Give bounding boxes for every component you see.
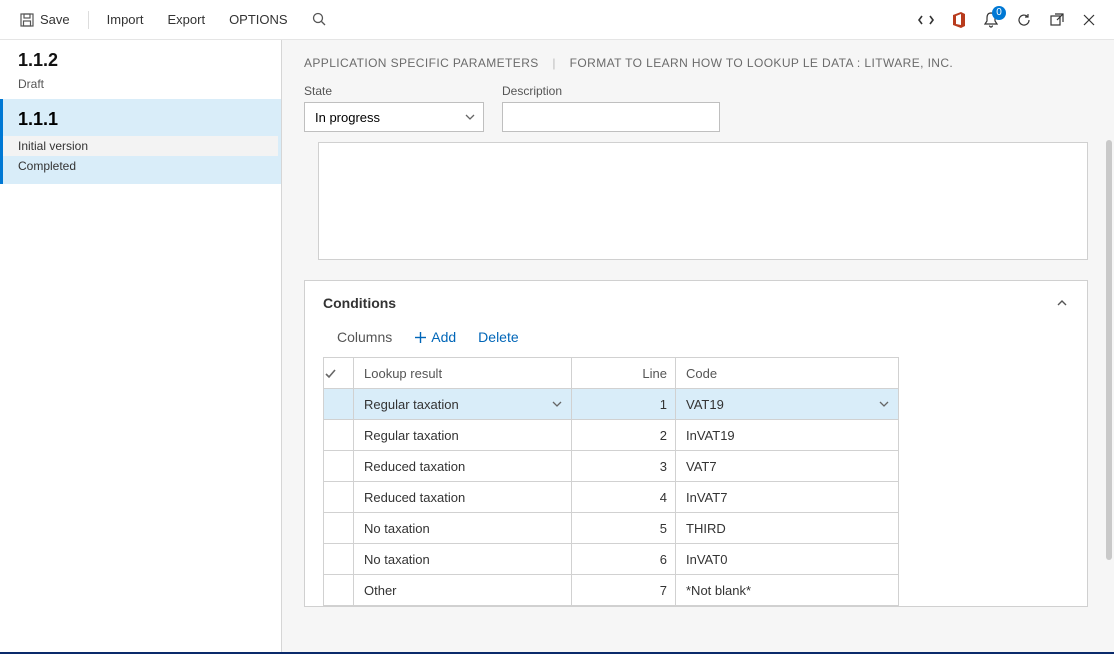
export-label: Export bbox=[167, 12, 205, 27]
breadcrumb: APPLICATION SPECIFIC PARAMETERS | FORMAT… bbox=[304, 56, 1092, 70]
line-cell[interactable]: 4 bbox=[572, 482, 676, 513]
code-cell[interactable]: InVAT0 bbox=[676, 544, 899, 575]
version-label: 1.1.2 bbox=[18, 50, 263, 71]
options-label: OPTIONS bbox=[229, 12, 288, 27]
chevron-down-icon bbox=[551, 398, 563, 410]
description-field: Description bbox=[502, 84, 720, 132]
add-label: Add bbox=[431, 329, 456, 345]
line-cell[interactable]: 7 bbox=[572, 575, 676, 606]
link-icon[interactable] bbox=[918, 14, 934, 26]
content-pane: APPLICATION SPECIFIC PARAMETERS | FORMAT… bbox=[282, 40, 1114, 654]
columns-button[interactable]: Columns bbox=[337, 329, 392, 345]
refresh-icon[interactable] bbox=[1016, 12, 1032, 28]
content-box bbox=[318, 142, 1088, 260]
code-cell[interactable]: THIRD bbox=[676, 513, 899, 544]
lookup-cell[interactable]: No taxation bbox=[354, 544, 572, 575]
state-field: State bbox=[304, 84, 484, 132]
lookup-cell[interactable]: No taxation bbox=[354, 513, 572, 544]
line-cell[interactable]: 5 bbox=[572, 513, 676, 544]
save-label: Save bbox=[40, 12, 70, 27]
add-button[interactable]: Add bbox=[414, 329, 456, 345]
breadcrumb-part: FORMAT TO LEARN HOW TO LOOKUP LE DATA : … bbox=[570, 56, 954, 70]
office-icon[interactable] bbox=[952, 12, 966, 28]
row-check-cell[interactable] bbox=[324, 482, 354, 513]
code-cell[interactable]: InVAT19 bbox=[676, 420, 899, 451]
line-cell[interactable]: 6 bbox=[572, 544, 676, 575]
code-cell[interactable]: *Not blank* bbox=[676, 575, 899, 606]
line-cell[interactable]: 1 bbox=[572, 389, 676, 420]
version-desc: Initial version bbox=[3, 136, 278, 156]
conditions-title: Conditions bbox=[323, 295, 396, 311]
conditions-header[interactable]: Conditions bbox=[305, 281, 1087, 325]
code-cell[interactable]: InVAT7 bbox=[676, 482, 899, 513]
table-row[interactable]: Regular taxation2InVAT19 bbox=[324, 420, 899, 451]
sidebar: 1.1.2 Draft 1.1.1 Initial version Comple… bbox=[0, 40, 282, 654]
chevron-up-icon bbox=[1055, 296, 1069, 310]
plus-icon bbox=[414, 331, 427, 344]
code-cell[interactable]: VAT7 bbox=[676, 451, 899, 482]
grid-header-check[interactable] bbox=[324, 358, 354, 389]
popout-icon[interactable] bbox=[1050, 13, 1064, 27]
sidebar-item-completed[interactable]: 1.1.1 Initial version Completed bbox=[0, 99, 281, 184]
notification-icon[interactable]: 0 bbox=[984, 12, 998, 28]
close-icon[interactable] bbox=[1082, 13, 1096, 27]
search-button[interactable] bbox=[302, 8, 337, 31]
table-row[interactable]: Regular taxation1VAT19 bbox=[324, 389, 899, 420]
export-button[interactable]: Export bbox=[157, 8, 215, 31]
grid-header-lookup[interactable]: Lookup result bbox=[354, 358, 572, 389]
grid-header-row: Lookup result Line Code bbox=[324, 358, 899, 389]
table-row[interactable]: No taxation6InVAT0 bbox=[324, 544, 899, 575]
lookup-cell[interactable]: Regular taxation bbox=[354, 420, 572, 451]
description-input[interactable] bbox=[502, 102, 720, 132]
row-check-cell[interactable] bbox=[324, 513, 354, 544]
table-row[interactable]: Other7*Not blank* bbox=[324, 575, 899, 606]
import-button[interactable]: Import bbox=[97, 8, 154, 31]
breadcrumb-part: APPLICATION SPECIFIC PARAMETERS bbox=[304, 56, 539, 70]
notification-badge: 0 bbox=[992, 6, 1006, 20]
version-status: Draft bbox=[18, 77, 263, 91]
search-icon bbox=[312, 12, 327, 27]
grid-header-code[interactable]: Code bbox=[676, 358, 899, 389]
version-label: 1.1.1 bbox=[18, 109, 263, 130]
row-check-cell[interactable] bbox=[324, 544, 354, 575]
conditions-toolbar: Columns Add Delete bbox=[305, 325, 1087, 357]
lookup-cell[interactable]: Reduced taxation bbox=[354, 482, 572, 513]
lookup-cell[interactable]: Reduced taxation bbox=[354, 451, 572, 482]
options-button[interactable]: OPTIONS bbox=[219, 8, 298, 31]
sidebar-item-draft[interactable]: 1.1.2 Draft bbox=[0, 40, 281, 99]
state-label: State bbox=[304, 84, 484, 98]
grid-header-line[interactable]: Line bbox=[572, 358, 676, 389]
lookup-cell[interactable]: Other bbox=[354, 575, 572, 606]
row-check-cell[interactable] bbox=[324, 575, 354, 606]
description-label: Description bbox=[502, 84, 720, 98]
row-check-cell[interactable] bbox=[324, 389, 354, 420]
row-check-cell[interactable] bbox=[324, 451, 354, 482]
main-area: 1.1.2 Draft 1.1.1 Initial version Comple… bbox=[0, 40, 1114, 654]
save-button[interactable]: Save bbox=[10, 8, 80, 31]
code-cell[interactable]: VAT19 bbox=[676, 389, 899, 420]
row-check-cell[interactable] bbox=[324, 420, 354, 451]
line-cell[interactable]: 2 bbox=[572, 420, 676, 451]
state-select[interactable] bbox=[304, 102, 484, 132]
chevron-down-icon bbox=[878, 398, 890, 410]
breadcrumb-sep: | bbox=[552, 56, 556, 70]
toolbar-separator bbox=[88, 11, 89, 29]
form-row: State Description bbox=[304, 84, 1092, 132]
version-status: Completed bbox=[18, 156, 263, 176]
lookup-cell[interactable]: Regular taxation bbox=[354, 389, 572, 420]
table-row[interactable]: Reduced taxation3VAT7 bbox=[324, 451, 899, 482]
line-cell[interactable]: 3 bbox=[572, 451, 676, 482]
table-row[interactable]: No taxation5THIRD bbox=[324, 513, 899, 544]
conditions-panel: Conditions Columns Add Delete bbox=[304, 280, 1088, 607]
table-row[interactable]: Reduced taxation4InVAT7 bbox=[324, 482, 899, 513]
top-toolbar: Save Import Export OPTIONS 0 bbox=[0, 0, 1114, 40]
delete-button[interactable]: Delete bbox=[478, 329, 518, 345]
conditions-grid: Lookup result Line Code Regular taxation… bbox=[323, 357, 899, 606]
import-label: Import bbox=[107, 12, 144, 27]
save-icon bbox=[20, 13, 34, 27]
